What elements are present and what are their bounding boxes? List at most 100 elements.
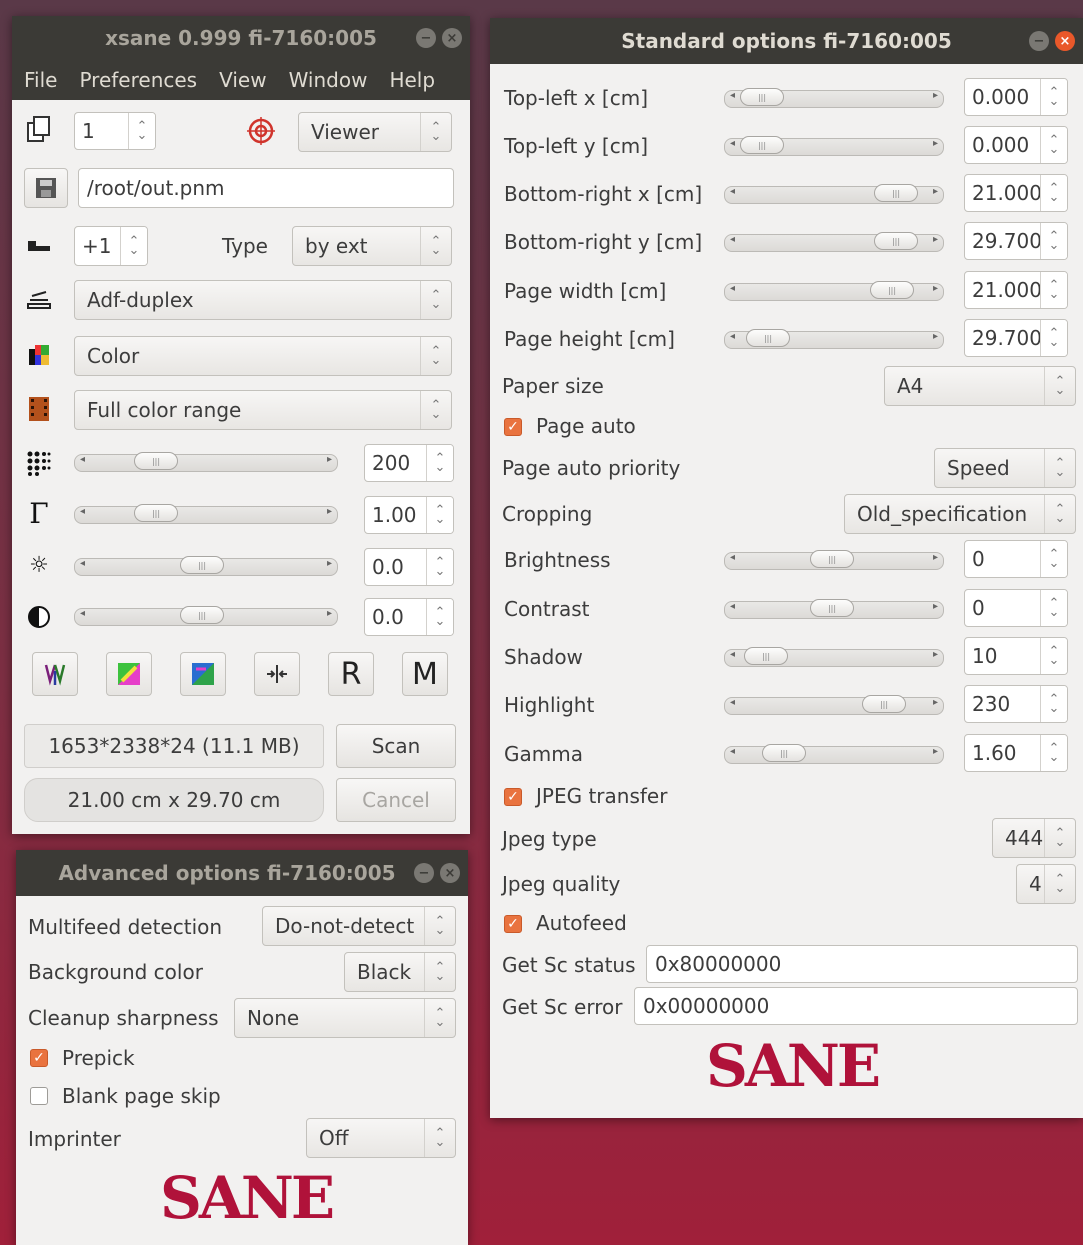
spin-arrows-icon[interactable]: ⌃ ⌄ xyxy=(1040,79,1067,115)
minimize-icon[interactable]: − xyxy=(1029,31,1049,51)
std-gamma-spin[interactable]: 1.60 ⌃ ⌄ xyxy=(964,734,1068,772)
slider-thumb[interactable]: ||| xyxy=(180,606,224,624)
tlx-spin[interactable]: 0.000 ⌃ ⌄ xyxy=(964,78,1068,116)
spin-arrows-icon[interactable]: ⌃ ⌄ xyxy=(128,113,155,149)
tly-spin[interactable]: 0.000 ⌃ ⌄ xyxy=(964,126,1068,164)
slider-thumb[interactable]: ||| xyxy=(810,599,854,617)
slider-thumb[interactable]: ||| xyxy=(862,695,906,713)
spin-arrows-icon[interactable]: ⌃ ⌄ xyxy=(1040,686,1067,722)
slider-thumb[interactable]: ||| xyxy=(762,744,806,762)
menu-help[interactable]: Help xyxy=(389,68,435,92)
spin-arrows-icon[interactable]: ⌃ ⌄ xyxy=(1040,175,1067,211)
page-height-slider[interactable]: ◂ ▸ ||| xyxy=(724,327,944,349)
page-width-spin[interactable]: 21.000 ⌃ ⌄ xyxy=(964,271,1068,309)
prepick-checkbox[interactable]: ✓ xyxy=(30,1049,48,1067)
autofeed-label[interactable]: Autofeed xyxy=(536,911,627,935)
shadow-spin[interactable]: 10 ⌃ ⌄ xyxy=(964,637,1068,675)
scan-button[interactable]: Scan xyxy=(336,724,456,768)
shadow-slider[interactable]: ◂ ▸ ||| xyxy=(724,645,944,667)
type-combo[interactable]: by ext ⌃ ⌄ xyxy=(292,226,452,266)
paper-size-combo[interactable]: A4 ⌃ ⌄ xyxy=(884,366,1076,406)
slider-thumb[interactable]: ||| xyxy=(810,550,854,568)
spin-arrows-icon[interactable]: ⌃ ⌄ xyxy=(1040,541,1067,577)
copies-spin[interactable]: 1 ⌃ ⌄ xyxy=(74,112,156,150)
sc-status-field[interactable]: 0x80000000 xyxy=(646,945,1078,983)
range-combo[interactable]: Full color range ⌃ ⌄ xyxy=(74,390,452,430)
store-button[interactable]: M xyxy=(402,652,448,696)
gamma-slider[interactable]: ◂ ▸ ||| xyxy=(74,502,338,524)
source-combo[interactable]: Adf-duplex ⌃ ⌄ xyxy=(74,280,452,320)
std-gamma-slider[interactable]: ◂ ▸ ||| xyxy=(724,742,944,764)
viewer-combo[interactable]: Viewer ⌃ ⌄ xyxy=(298,112,452,152)
bry-slider[interactable]: ◂ ▸ ||| xyxy=(724,230,944,252)
close-icon[interactable]: × xyxy=(1055,31,1075,51)
cleanup-combo[interactable]: None ⌃ ⌄ xyxy=(234,998,456,1038)
spin-arrows-icon[interactable]: ⌃ ⌄ xyxy=(1040,272,1067,308)
jpeg-transfer-checkbox[interactable]: ✓ xyxy=(504,788,522,806)
slider-thumb[interactable]: ||| xyxy=(134,452,178,470)
advanced-titlebar[interactable]: Advanced options fi-7160:005 − × xyxy=(16,850,468,896)
step-spin[interactable]: +1 ⌃ ⌄ xyxy=(74,226,148,266)
highlight-slider[interactable]: ◂ ▸ ||| xyxy=(724,693,944,715)
std-contrast-slider[interactable]: ◂ ▸ ||| xyxy=(724,597,944,619)
slider-thumb[interactable]: ||| xyxy=(746,329,790,347)
blank-page-checkbox[interactable] xyxy=(30,1087,48,1105)
menu-view[interactable]: View xyxy=(219,68,266,92)
filename-input[interactable]: /root/out.pnm xyxy=(78,168,454,208)
slider-thumb[interactable]: ||| xyxy=(134,504,178,522)
gamma-spin[interactable]: 1.00 ⌃ ⌄ xyxy=(364,496,454,534)
menu-file[interactable]: File xyxy=(24,68,57,92)
resolution-slider[interactable]: ◂ ▸ ||| xyxy=(74,450,338,472)
page-width-slider[interactable]: ◂ ▸ ||| xyxy=(724,279,944,301)
main-titlebar[interactable]: xsane 0.999 fi-7160:005 − × xyxy=(12,16,470,60)
slider-thumb[interactable]: ||| xyxy=(180,556,224,574)
bg-color-combo[interactable]: Black ⌃ ⌄ xyxy=(344,952,456,992)
minimize-icon[interactable]: − xyxy=(414,863,434,883)
jpeg-type-combo[interactable]: 444 ⌃ ⌄ xyxy=(992,818,1076,858)
histogram-button[interactable] xyxy=(32,652,78,696)
spin-arrows-icon[interactable]: ⌃ ⌄ xyxy=(1040,127,1067,163)
page-auto-label[interactable]: Page auto xyxy=(536,414,636,438)
spin-arrows-icon[interactable]: ⌃ ⌄ xyxy=(426,599,453,635)
slider-thumb[interactable]: ||| xyxy=(740,136,784,154)
contrast-spin[interactable]: 0.0 ⌃ ⌄ xyxy=(364,598,454,636)
slider-thumb[interactable]: ||| xyxy=(874,232,918,250)
bry-spin[interactable]: 29.700 ⌃ ⌄ xyxy=(964,222,1068,260)
default-enhance-button[interactable] xyxy=(254,652,300,696)
menu-preferences[interactable]: Preferences xyxy=(79,68,197,92)
spin-arrows-icon[interactable]: ⌃ ⌄ xyxy=(1040,590,1067,626)
highlight-spin[interactable]: 230 ⌃ ⌄ xyxy=(964,685,1068,723)
autofeed-checkbox[interactable]: ✓ xyxy=(504,915,522,933)
spin-arrows-icon[interactable]: ⌃ ⌄ xyxy=(1040,638,1067,674)
tly-slider[interactable]: ◂ ▸ ||| xyxy=(724,134,944,156)
page-auto-checkbox[interactable]: ✓ xyxy=(504,418,522,436)
blank-page-label[interactable]: Blank page skip xyxy=(62,1084,221,1108)
std-contrast-spin[interactable]: 0 ⌃ ⌄ xyxy=(964,589,1068,627)
slider-thumb[interactable]: ||| xyxy=(870,281,914,299)
brx-spin[interactable]: 21.000 ⌃ ⌄ xyxy=(964,174,1068,212)
standard-titlebar[interactable]: Standard options fi-7160:005 − × xyxy=(490,18,1083,64)
minimize-icon[interactable]: − xyxy=(416,28,436,48)
jpeg-quality-combo[interactable]: 4 ⌃ ⌄ xyxy=(1016,864,1076,904)
close-icon[interactable]: × xyxy=(442,28,462,48)
priority-combo[interactable]: Speed ⌃ ⌄ xyxy=(934,448,1076,488)
close-icon[interactable]: × xyxy=(440,863,460,883)
color-enhance-button[interactable] xyxy=(106,652,152,696)
spin-arrows-icon[interactable]: ⌃ ⌄ xyxy=(1040,735,1067,771)
color-restore-button[interactable] xyxy=(180,652,226,696)
multifeed-combo[interactable]: Do-not-detect ⌃ ⌄ xyxy=(262,906,456,946)
sc-error-field[interactable]: 0x00000000 xyxy=(634,987,1078,1025)
brightness-spin[interactable]: 0.0 ⌃ ⌄ xyxy=(364,548,454,586)
std-brightness-spin[interactable]: 0 ⌃ ⌄ xyxy=(964,540,1068,578)
cropping-combo[interactable]: Old_specification ⌃ ⌄ xyxy=(844,494,1076,534)
cancel-button[interactable]: Cancel xyxy=(336,778,456,822)
prepick-label[interactable]: Prepick xyxy=(62,1046,135,1070)
resolution-spin[interactable]: 200 ⌃ ⌄ xyxy=(364,444,454,482)
page-height-spin[interactable]: 29.700 ⌃ ⌄ xyxy=(964,319,1068,357)
contrast-slider[interactable]: ◂ ▸ ||| xyxy=(74,604,338,626)
spin-arrows-icon[interactable]: ⌃ ⌄ xyxy=(426,549,453,585)
slider-thumb[interactable]: ||| xyxy=(740,88,784,106)
mode-combo[interactable]: Color ⌃ ⌄ xyxy=(74,336,452,376)
jpeg-transfer-label[interactable]: JPEG transfer xyxy=(536,784,667,808)
slider-thumb[interactable]: ||| xyxy=(874,184,918,202)
